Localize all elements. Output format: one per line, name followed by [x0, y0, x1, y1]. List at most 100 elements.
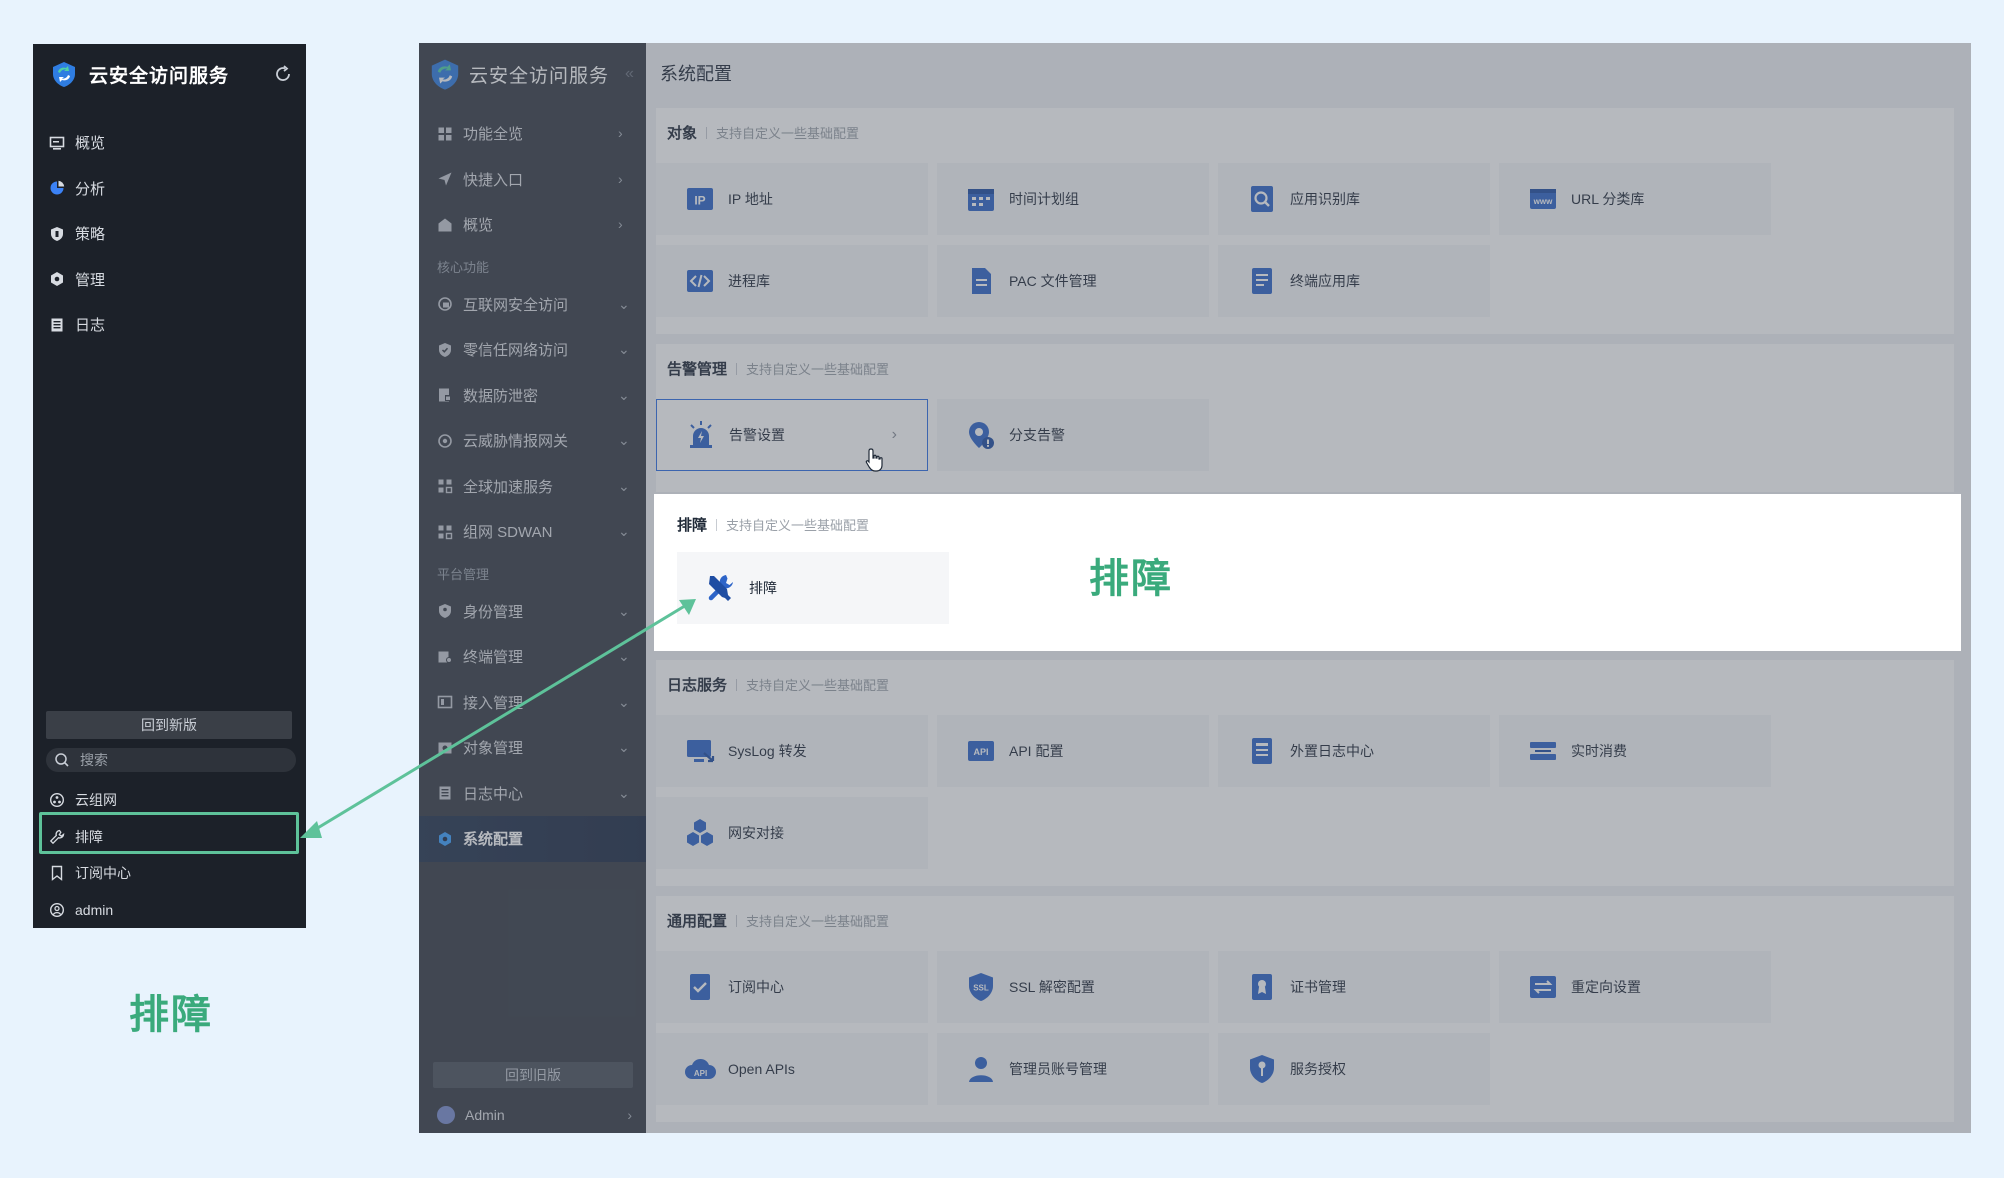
- hand-cursor-icon: [865, 448, 883, 472]
- radar-icon: [438, 433, 452, 448]
- sidebar-item-data-loss-prevention[interactable]: 数据防泄密 ⌄: [419, 373, 646, 419]
- chevron-right-icon: ›: [618, 125, 623, 141]
- nav-item-label: 日志: [75, 317, 106, 335]
- card-process-library[interactable]: 进程库: [656, 245, 928, 317]
- card-branch-alerts[interactable]: 分支告警: [937, 399, 1209, 471]
- sidebar-item-global-acceleration[interactable]: 全球加速服务 ⌄: [419, 464, 646, 510]
- card-security-integration[interactable]: 网安对接: [656, 797, 928, 869]
- hexagon-settings-icon: [51, 272, 63, 287]
- card-time-schedule[interactable]: 时间计划组: [937, 163, 1209, 235]
- certificate-icon: [1252, 974, 1272, 1000]
- card-label: API 配置: [1009, 743, 1064, 759]
- cloud-logo-icon: [53, 62, 75, 87]
- chevron-down-icon: ⌄: [618, 432, 630, 448]
- document-list-icon: [1252, 268, 1272, 294]
- troubleshoot-highlight-box: [39, 812, 299, 854]
- card-label: IP 地址: [728, 191, 773, 207]
- card-open-apis[interactable]: API Open APIs: [656, 1033, 928, 1105]
- chevron-down-icon: ⌄: [618, 295, 630, 312]
- section-subtitle: 支持自定义一些基础配置: [746, 678, 890, 693]
- avatar: [437, 1106, 455, 1124]
- sidebar-item-internet-security-access[interactable]: 互联网安全访问 ⌄: [419, 282, 646, 328]
- card-api-config[interactable]: API API 配置: [937, 715, 1209, 787]
- user-shield-icon: [439, 604, 451, 619]
- card-redirect-settings[interactable]: 重定向设置: [1499, 951, 1771, 1023]
- chevron-down-icon: ⌄: [618, 784, 630, 801]
- section-title: 日志服务: [667, 677, 728, 694]
- card-label: 时间计划组: [1009, 191, 1079, 207]
- card-syslog-forward[interactable]: SysLog 转发: [656, 715, 928, 787]
- chevron-down-icon: ⌄: [618, 386, 630, 403]
- nav-item-manage[interactable]: 管理: [33, 257, 306, 303]
- card-label: 证书管理: [1290, 979, 1346, 995]
- card-url-category-library[interactable]: www URL 分类库: [1499, 163, 1771, 235]
- nav-item-analysis[interactable]: 分析: [33, 166, 306, 212]
- object-box-icon: [438, 742, 452, 754]
- card-admin-account-management[interactable]: 管理员账号管理: [937, 1033, 1209, 1105]
- nav-item-logs[interactable]: 日志: [33, 302, 306, 348]
- pie-chart-icon: [50, 181, 65, 195]
- menu-item-subscription-center[interactable]: 订阅中心: [33, 855, 306, 892]
- www-icon: www: [1530, 189, 1556, 209]
- card-certificate-management[interactable]: 证书管理: [1218, 951, 1490, 1023]
- chevron-right-icon: ›: [891, 426, 897, 443]
- chevron-right-icon: ›: [627, 1107, 632, 1123]
- nodes-icon: [438, 479, 453, 494]
- collapse-sidebar-icon[interactable]: «: [625, 65, 639, 82]
- ssl-shield-icon: SSL: [969, 973, 993, 1001]
- card-ip-address[interactable]: IP IP 地址: [656, 163, 928, 235]
- section-subtitle: 支持自定义一些基础配置: [746, 362, 890, 377]
- sidebar-item-object-management[interactable]: 对象管理 ⌄: [419, 725, 646, 771]
- search-box[interactable]: [46, 748, 296, 772]
- card-pac-file-management[interactable]: PAC 文件管理: [937, 245, 1209, 317]
- sidebar-item-label: 组网 SDWAN: [463, 524, 553, 542]
- card-troubleshoot[interactable]: 排障: [677, 552, 949, 624]
- nav-item-overview[interactable]: 概览: [33, 120, 306, 166]
- back-to-new-version-button[interactable]: 回到新版: [46, 711, 292, 739]
- svg-text:www: www: [1533, 197, 1553, 206]
- left-panel-title: 云安全访问服务: [89, 65, 230, 87]
- network-icon: [49, 793, 65, 808]
- chevron-right-icon: ›: [618, 216, 623, 232]
- sidebar-item-endpoint-management[interactable]: 终端管理 ⌄: [419, 634, 646, 680]
- card-app-recognition-library[interactable]: 应用识别库: [1218, 163, 1490, 235]
- card-subscription-center[interactable]: 订阅中心: [656, 951, 928, 1023]
- search-input[interactable]: [80, 752, 260, 768]
- monitor-forward-icon: [687, 740, 715, 763]
- nav-item-label: 分析: [75, 180, 106, 198]
- card-service-authorization[interactable]: 服务授权: [1218, 1033, 1490, 1105]
- nav-item-label: 概览: [75, 135, 106, 153]
- menu-item-admin[interactable]: admin: [33, 892, 306, 929]
- nav-item-policy[interactable]: 策略: [33, 211, 306, 257]
- sidebar-item-label: 日志中心: [463, 785, 524, 803]
- chevron-down-icon: ⌄: [618, 693, 630, 710]
- section-header: 排障 支持自定义一些基础配置: [677, 514, 869, 535]
- card-endpoint-app-library[interactable]: 终端应用库: [1218, 245, 1490, 317]
- sidebar-item-log-center[interactable]: 日志中心 ⌄: [419, 771, 646, 817]
- sidebar-item-access-management[interactable]: 接入管理 ⌄: [419, 680, 646, 726]
- svg-text:API: API: [694, 1069, 707, 1078]
- back-to-old-version-button[interactable]: 回到旧版: [433, 1062, 633, 1088]
- card-ssl-decryption-config[interactable]: SSL SSL 解密配置: [937, 951, 1209, 1023]
- svg-text:API: API: [973, 747, 988, 757]
- section-title: 告警管理: [667, 361, 728, 378]
- refresh-icon[interactable]: [272, 63, 294, 85]
- sidebar-item-sdwan[interactable]: 组网 SDWAN ⌄: [419, 509, 646, 555]
- user-menu[interactable]: Admin ›: [419, 1097, 646, 1133]
- sidebar-item-threat-intel-gateway[interactable]: 云威胁情报网关 ⌄: [419, 418, 646, 464]
- sidebar-item-zero-trust-access[interactable]: 零信任网络访问 ⌄: [419, 327, 646, 373]
- section-title: 通用配置: [667, 913, 728, 930]
- sidebar-item-quick-entry[interactable]: 快捷入口 ›: [419, 157, 646, 203]
- card-label: 实时消费: [1571, 743, 1627, 759]
- sidebar-item-system-config[interactable]: 系统配置: [419, 816, 646, 862]
- sidebar-item-overview[interactable]: 概览 ›: [419, 202, 646, 248]
- card-external-log-center[interactable]: 外置日志中心: [1218, 715, 1490, 787]
- shield-key-icon: [1250, 1055, 1274, 1083]
- card-realtime-consumption[interactable]: 实时消费: [1499, 715, 1771, 787]
- sidebar-item-label: 云威胁情报网关: [463, 433, 569, 451]
- sidebar-item-feature-overview[interactable]: 功能全览 ›: [419, 111, 646, 157]
- sidebar-nav: 功能全览 › 快捷入口 › 概览 › 核心功能 互联网安全访问 ⌄ 零信任网络访…: [419, 111, 646, 862]
- redirect-icon: [1530, 976, 1556, 998]
- sidebar-item-identity-management[interactable]: 身份管理 ⌄: [419, 589, 646, 635]
- card-label: SysLog 转发: [728, 743, 807, 759]
